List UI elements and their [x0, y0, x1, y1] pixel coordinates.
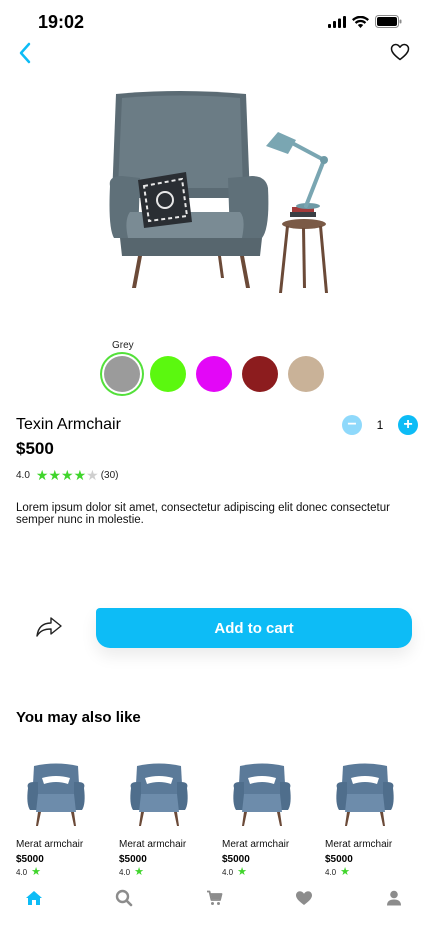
product-thumbnail — [27, 763, 85, 826]
heart-icon — [390, 43, 410, 61]
star-icon: ★ — [48, 467, 62, 483]
product-name: Texin Armchair — [16, 416, 121, 433]
quantity-stepper: − 1 + — [342, 415, 418, 435]
swatch-grey[interactable] — [104, 356, 140, 392]
color-swatches — [104, 356, 324, 392]
cart-icon — [206, 890, 222, 905]
recommendations-title: You may also like — [16, 709, 141, 726]
nav-profile[interactable] — [382, 886, 406, 910]
product-rating: 4.0 ★ ★ ★ ★ ★ (30) — [16, 468, 119, 482]
nav-favorites[interactable] — [292, 886, 316, 910]
recommendation-rating-value: 4.0 — [119, 868, 131, 877]
recommendation-price: $5000 — [16, 854, 44, 865]
profile-icon — [387, 890, 401, 906]
nav-home[interactable] — [22, 886, 46, 910]
share-button[interactable] — [34, 614, 64, 640]
search-icon — [115, 889, 133, 907]
recommendation-price: $5000 — [222, 854, 250, 865]
recommendation-name: Merat armchair — [16, 839, 84, 850]
swatch-maroon[interactable] — [242, 356, 278, 392]
battery-icon — [375, 15, 402, 28]
recommendation-card[interactable]: Merat armchair $5000 4.0 ★ — [325, 760, 428, 878]
increase-quantity-button[interactable]: + — [398, 415, 418, 435]
back-button[interactable] — [12, 40, 38, 66]
nav-search[interactable] — [112, 886, 136, 910]
product-description: Lorem ipsum dolor sit amet, consectetur … — [16, 502, 390, 526]
back-arrow-icon — [19, 42, 31, 64]
bottom-nav — [0, 886, 428, 920]
rating-value: 4.0 — [16, 469, 30, 481]
recommendation-rating-value: 4.0 — [16, 868, 28, 877]
recommendation-rating: 4.0 ★ — [222, 867, 325, 878]
star-icon: ★ — [134, 866, 144, 878]
wifi-icon — [352, 15, 369, 28]
status-icons — [328, 15, 402, 28]
recommendation-rating: 4.0 ★ — [325, 867, 428, 878]
quantity-value: 1 — [376, 418, 384, 432]
star-icon: ★ — [86, 467, 99, 483]
recommendation-price: $5000 — [119, 854, 147, 865]
add-to-cart-button[interactable]: Add to cart — [96, 608, 412, 648]
product-thumbnail — [233, 763, 291, 826]
decrease-quantity-button[interactable]: − — [342, 415, 362, 435]
swatch-tan[interactable] — [288, 356, 324, 392]
product-thumbnail — [336, 763, 394, 826]
share-icon — [36, 617, 62, 637]
signal-icon — [328, 15, 346, 28]
recommendation-card[interactable]: Merat armchair $5000 4.0 ★ — [222, 760, 325, 878]
star-icon: ★ — [31, 866, 41, 878]
status-time: 19:02 — [38, 12, 85, 32]
star-icon: ★ — [237, 866, 247, 878]
recommendation-rating: 4.0 ★ — [119, 867, 222, 878]
rating-count: (30) — [100, 469, 119, 481]
favorites-icon — [296, 891, 312, 905]
selected-color-label: Grey — [112, 340, 134, 351]
star-icon: ★ — [340, 866, 350, 878]
star-icon: ★ — [73, 467, 87, 483]
product-price: $500 — [16, 439, 54, 458]
recommendations-list: Merat armchair $5000 4.0 ★ Merat armchai… — [16, 760, 428, 878]
star-icon: ★ — [61, 467, 74, 483]
recommendation-price: $5000 — [325, 854, 353, 865]
recommendation-name: Merat armchair — [222, 839, 290, 850]
recommendation-rating-value: 4.0 — [222, 868, 234, 877]
swatch-green[interactable] — [150, 356, 186, 392]
star-icon: ★ — [35, 467, 49, 483]
nav-cart[interactable] — [202, 886, 226, 910]
product-image — [109, 91, 328, 293]
favorite-button[interactable] — [388, 40, 412, 64]
product-thumbnail — [130, 763, 188, 826]
rating-stars: ★ ★ ★ ★ ★ — [36, 468, 99, 482]
recommendation-card[interactable]: Merat armchair $5000 4.0 ★ — [16, 760, 119, 878]
recommendation-card[interactable]: Merat armchair $5000 4.0 ★ — [119, 760, 222, 878]
recommendation-rating-value: 4.0 — [325, 868, 337, 877]
recommendation-name: Merat armchair — [325, 839, 393, 850]
status-bar: 19:02 — [0, 0, 428, 44]
swatch-magenta[interactable] — [196, 356, 232, 392]
recommendation-name: Merat armchair — [119, 839, 187, 850]
home-icon — [26, 891, 42, 905]
recommendation-rating: 4.0 ★ — [16, 867, 119, 878]
